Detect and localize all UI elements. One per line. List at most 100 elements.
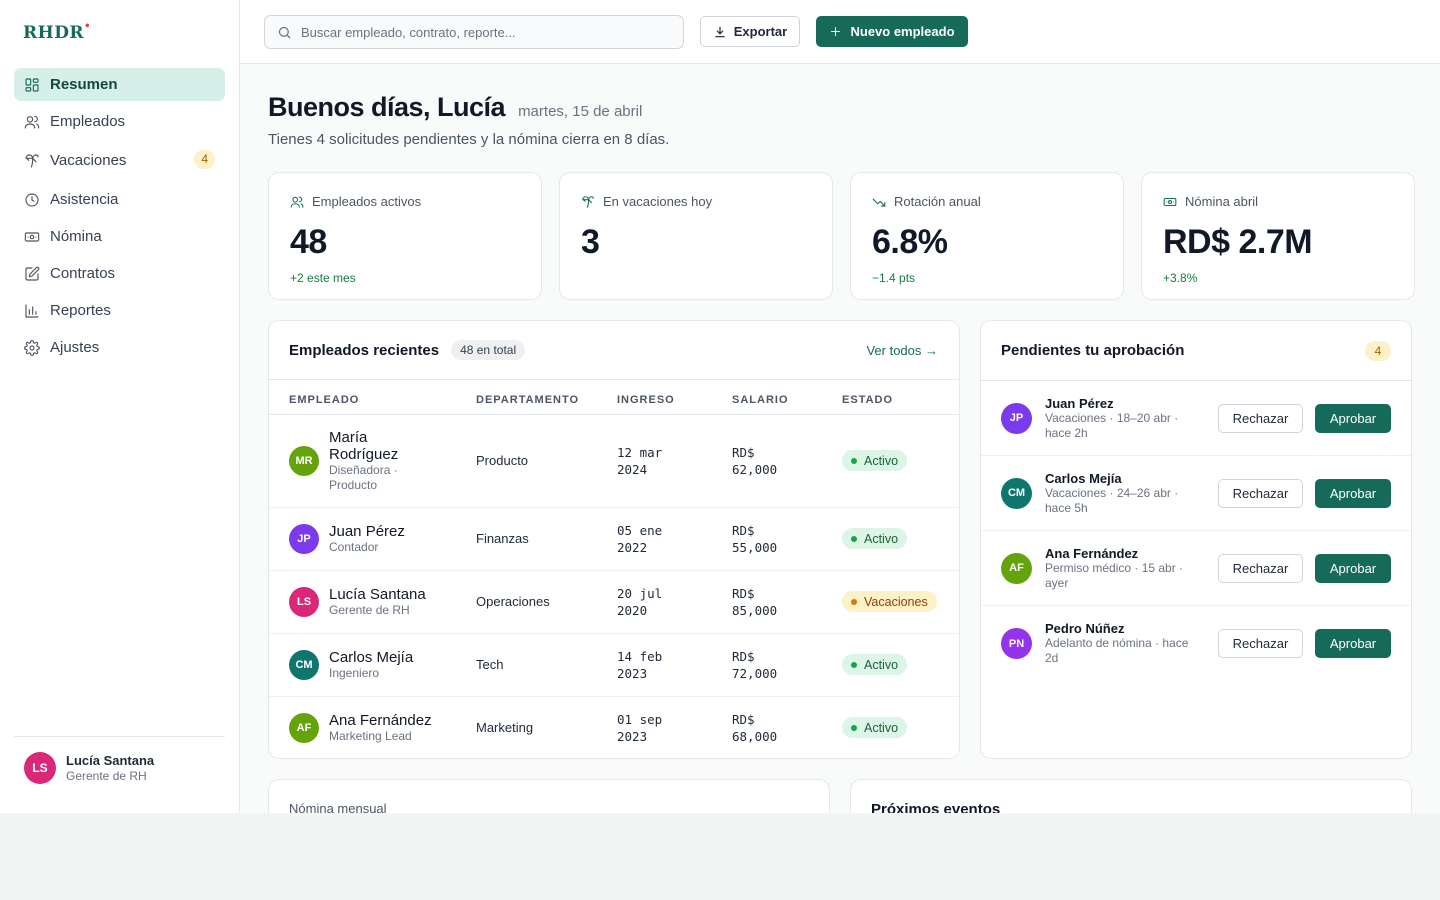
- sidebar-item-ajustes[interactable]: Ajustes: [14, 331, 225, 364]
- table-row[interactable]: AF Ana Fernández Marketing Lead Marketing…: [269, 696, 959, 758]
- requester-name: Ana Fernández: [1045, 545, 1139, 561]
- stat-label: Nómina abril: [1185, 194, 1258, 209]
- trend-down-icon: [872, 198, 886, 207]
- stat-label: Empleados activos: [312, 194, 422, 209]
- hire-date-cell: 05 ene 2022: [617, 522, 663, 555]
- approval-request: CM Carlos Mejía Vacaciones · 24–26 abr · …: [981, 456, 1411, 531]
- hire-date-cell: 01 sep 2023: [617, 711, 663, 744]
- avatar: JP: [289, 523, 319, 554]
- reject-button[interactable]: Rechazar: [1218, 404, 1303, 433]
- employee-role: Contador: [329, 539, 379, 554]
- approve-button[interactable]: Aprobar: [1315, 404, 1391, 433]
- monthly-payroll-card: Nómina mensual: [268, 779, 830, 813]
- table-row[interactable]: CM Carlos Mejía Ingeniero Tech 14 feb 202…: [269, 633, 959, 697]
- new-employee-label: Nuevo empleado: [850, 24, 955, 39]
- employee-name: Lucía Santana: [329, 585, 426, 603]
- column-header[interactable]: EMPLEADO: [269, 380, 476, 415]
- department-cell: Operaciones: [476, 570, 617, 634]
- approve-button[interactable]: Aprobar: [1315, 629, 1391, 658]
- sidebar-item-label: Nómina: [50, 228, 102, 245]
- sidebar-item-vacaciones[interactable]: Vacaciones 4: [14, 142, 225, 179]
- reject-button[interactable]: Rechazar: [1218, 629, 1303, 658]
- sidebar-item-label: Resumen: [50, 76, 118, 93]
- request-detail: Adelanto de nómina · hace 2d: [1045, 636, 1189, 665]
- stat-card-vacaciones: En vacaciones hoy 3: [559, 172, 833, 300]
- sidebar-item-label: Ajustes: [50, 339, 100, 356]
- column-header[interactable]: INGRESO: [617, 380, 732, 415]
- approve-button[interactable]: Aprobar: [1315, 554, 1391, 583]
- brand-mark: •: [84, 21, 91, 33]
- column-header[interactable]: ESTADO: [842, 380, 959, 415]
- current-date: martes, 15 de abril: [518, 103, 643, 120]
- sidebar-item-resumen[interactable]: Resumen: [14, 68, 225, 101]
- vacaciones-badge: 4: [194, 150, 215, 169]
- see-all-link[interactable]: Ver todos →: [866, 343, 938, 358]
- stat-card-empleados: Empleados activos 48 +2 este mes: [268, 172, 542, 300]
- sidebar-item-reportes[interactable]: Reportes: [14, 294, 225, 327]
- status-badge: Activo: [842, 450, 908, 471]
- user-name: Lucía Santana: [66, 753, 155, 768]
- sidebar-item-label: Vacaciones: [50, 152, 127, 169]
- new-employee-button[interactable]: Nuevo empleado: [816, 16, 968, 47]
- approve-button[interactable]: Aprobar: [1315, 479, 1391, 508]
- card-title: Próximos eventos: [871, 801, 1001, 813]
- employee-name: Ana Fernández: [329, 711, 432, 729]
- sidebar-item-nomina[interactable]: Nómina: [14, 220, 225, 253]
- search-box[interactable]: [264, 15, 684, 49]
- approval-request: JP Juan Pérez Vacaciones · 18–20 abr · ha…: [981, 381, 1411, 456]
- request-detail: Vacaciones · 24–26 abr · hace 5h: [1045, 485, 1179, 515]
- requester-name: Carlos Mejía: [1045, 470, 1122, 486]
- avatar: CM: [1001, 477, 1032, 509]
- brand-logo[interactable]: RHDR•: [23, 21, 91, 43]
- salary-cell: RD$ 85,000: [732, 585, 778, 618]
- card-header: Empleados recientes 48 en total Ver todo…: [269, 321, 959, 380]
- reject-button[interactable]: Rechazar: [1218, 554, 1303, 583]
- department-cell: Producto: [476, 414, 617, 508]
- sidebar-nav: Resumen Empleados Vacaciones 4 Asistenci…: [14, 68, 225, 368]
- search-input[interactable]: [301, 24, 661, 40]
- table-row[interactable]: MR María Rodríguez Diseñadora · Producto …: [269, 414, 959, 508]
- avatar: AF: [289, 712, 319, 743]
- user-profile[interactable]: LS Lucía Santana Gerente de RH: [14, 736, 225, 784]
- pending-approvals-card: Pendientes tu aprobación 4 JP Juan Pérez…: [980, 320, 1412, 759]
- brand-name: RHDR: [23, 23, 85, 43]
- avatar: CM: [289, 649, 319, 680]
- salary-cell: RD$ 55,000: [732, 522, 778, 555]
- sidebar-item-label: Empleados: [50, 113, 126, 130]
- plus-icon: [831, 27, 841, 36]
- avatar: LS: [289, 586, 319, 617]
- main-content: Exportar Nuevo empleado Buenos días, Luc…: [240, 0, 1440, 813]
- export-button[interactable]: Exportar: [700, 16, 800, 47]
- request-detail: Permiso médico · 15 abr · ayer: [1045, 560, 1184, 590]
- table-row[interactable]: JP Juan Pérez Contador Finanzas 05 ene 20…: [269, 507, 959, 571]
- stat-delta: −1.4 pts: [872, 271, 916, 285]
- app-window: RHDR• Resumen Empleados Vacaciones 4 Asi…: [0, 0, 1440, 813]
- department-cell: Tech: [476, 633, 617, 697]
- bar-chart-icon: [25, 303, 39, 318]
- sidebar-item-empleados[interactable]: Empleados: [14, 105, 225, 138]
- sidebar-item-contratos[interactable]: Contratos: [14, 257, 225, 290]
- reject-button[interactable]: Rechazar: [1218, 479, 1303, 508]
- clock-icon: [25, 192, 39, 207]
- requester-name: Pedro Núñez: [1045, 621, 1125, 636]
- pending-count-badge: 4: [1365, 341, 1391, 361]
- stats-row: Empleados activos 48 +2 este mes En vaca…: [268, 172, 1415, 300]
- column-header[interactable]: SALARIO: [732, 380, 842, 415]
- export-label: Exportar: [733, 24, 788, 39]
- users-icon: [24, 115, 40, 129]
- column-header[interactable]: DEPARTAMENTO: [476, 380, 617, 415]
- sidebar-item-label: Reportes: [50, 302, 111, 319]
- employee-name: Carlos Mejía: [329, 648, 414, 666]
- status-badge: Activo: [842, 654, 908, 675]
- employees-table: EMPLEADO DEPARTAMENTO INGRESO SALARIO ES…: [269, 380, 959, 758]
- department-cell: Marketing: [476, 720, 534, 736]
- avatar: MR: [289, 445, 319, 476]
- recent-employees-card: Empleados recientes 48 en total Ver todo…: [268, 320, 960, 759]
- avatar: AF: [1001, 552, 1032, 584]
- user-role: Gerente de RH: [66, 769, 147, 783]
- stat-card-nomina: Nómina abril RD$ 2.7M +3.8%: [1141, 172, 1415, 300]
- sidebar-item-asistencia[interactable]: Asistencia: [14, 183, 225, 216]
- page-subtitle: Tienes 4 solicitudes pendientes y la nóm…: [268, 131, 670, 148]
- salary-cell: RD$ 62,000: [732, 444, 778, 477]
- table-row[interactable]: LS Lucía Santana Gerente de RH Operacione…: [269, 570, 959, 634]
